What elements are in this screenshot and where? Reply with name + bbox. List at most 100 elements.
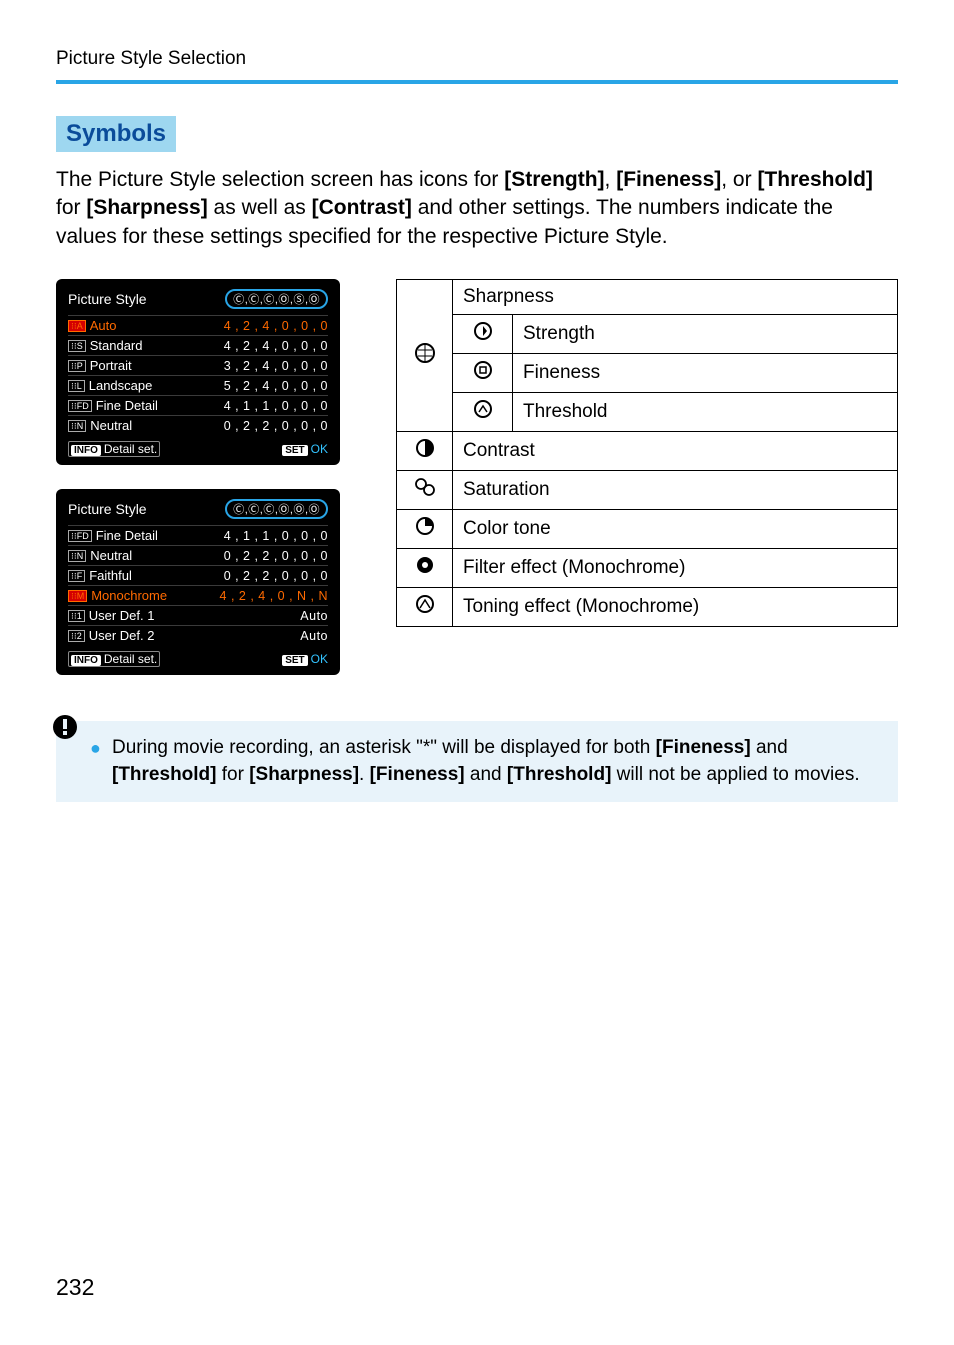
intro-strength: [Strength] [504,168,604,191]
panel-row: ⁝⁝A Auto 4 , 2 , 4 , 0 , 0 , 0 [68,315,328,335]
style-name: Neutral [90,548,132,563]
style-chip: ⁝⁝2 [68,630,85,642]
symbols-table: Sharpness Strength Fineness Threshold [396,279,898,627]
warning-icon [51,713,79,750]
style-name: Monochrome [91,588,167,603]
threshold-icon [453,393,513,432]
panel-title: Picture Style [68,291,147,307]
detail-set-label: INFODetail set. [68,441,160,457]
style-name: Neutral [90,418,132,433]
color-tone-icon [397,510,453,549]
style-values: 4 , 1 , 1 , 0 , 0 , 0 [224,399,328,413]
intro-text: for [56,196,86,219]
style-values: 4 , 2 , 4 , 0 , N , N [220,589,328,603]
contrast-icon [397,432,453,471]
breadcrumb: Picture Style Selection [56,48,898,70]
panel-row: ⁝⁝FDFine Detail4 , 1 , 1 , 0 , 0 , 0 [68,525,328,545]
ok-text: OK [311,652,328,666]
style-values: 3 , 2 , 4 , 0 , 0 , 0 [224,359,328,373]
panel-row: ⁝⁝FFaithful0 , 2 , 2 , 0 , 0 , 0 [68,565,328,585]
set-ok-label: SET OK [282,652,328,666]
info-chip: INFO [71,445,101,456]
note-fineness2: [Fineness] [370,764,465,785]
page-number: 232 [56,1274,94,1301]
intro-threshold: [Threshold] [757,168,873,191]
style-chip: ⁝⁝A [68,320,86,332]
style-chip: ⁝⁝M [68,590,87,602]
info-chip: INFO [71,655,101,666]
picture-style-panel-2: Picture Style Ⓒ,Ⓒ,Ⓒ,Ⓞ,Ⓞ,Ⓞ ⁝⁝FDFine Detai… [56,489,340,675]
panel-row: ⁝⁝N Neutral 0 , 2 , 2 , 0 , 0 , 0 [68,545,328,565]
filter-effect-label: Filter effect (Monochrome) [453,549,898,588]
panel-icon-bubble: Ⓒ,Ⓒ,Ⓒ,Ⓞ,Ⓞ,Ⓞ [225,499,328,519]
sharpness-icon [397,280,453,432]
style-values: 0 , 2 , 2 , 0 , 0 , 0 [224,569,328,583]
panel-row: ⁝⁝P Portrait 3 , 2 , 4 , 0 , 0 , 0 [68,355,328,375]
style-name: Auto [90,318,117,333]
style-chip: ⁝⁝N [68,550,86,562]
note-sharpness: [Sharpness] [249,764,359,785]
intro-contrast: [Contrast] [312,196,412,219]
note-text: and [751,737,788,758]
note-box: ● During movie recording, an asterisk "*… [56,721,898,802]
style-values: 4 , 2 , 4 , 0 , 0 , 0 [224,339,328,353]
sharpness-label: Sharpness [453,280,898,315]
strength-label: Strength [513,315,898,354]
style-name: Portrait [90,358,132,373]
panel-row: ⁝⁝N Neutral 0 , 2 , 2 , 0 , 0 , 0 [68,415,328,435]
panel-row: ⁝⁝2 User Def. 2 Auto [68,625,328,645]
panel-row: ⁝⁝1 User Def. 1 Auto [68,605,328,625]
style-values: Auto [300,609,328,623]
style-values: Auto [300,629,328,643]
ok-text: OK [311,442,328,456]
style-values: 5 , 2 , 4 , 0 , 0 , 0 [224,379,328,393]
note-text: for [217,764,250,785]
detail-text: Detail set. [104,652,157,666]
style-chip: ⁝⁝P [68,360,86,372]
style-values: 0 , 2 , 2 , 0 , 0 , 0 [224,549,328,563]
intro-fineness: [Fineness] [616,168,721,191]
style-name: Fine Detail [96,398,158,413]
panel-row: ⁝⁝LLandscape5 , 2 , 4 , 0 , 0 , 0 [68,375,328,395]
panel-row: ⁝⁝S Standard 4 , 2 , 4 , 0 , 0 , 0 [68,335,328,355]
note-threshold: [Threshold] [112,764,217,785]
filter-effect-icon [397,549,453,588]
fineness-icon [453,354,513,393]
style-chip: ⁝⁝S [68,340,86,352]
set-chip: SET [282,655,307,666]
note-threshold2: [Threshold] [507,764,612,785]
color-tone-label: Color tone [453,510,898,549]
note-fineness: [Fineness] [656,737,751,758]
bullet-icon: ● [90,736,101,761]
intro-text: , or [721,168,757,191]
style-values: 0 , 2 , 2 , 0 , 0 , 0 [224,419,328,433]
note-text: will not be applied to movies. [611,764,859,785]
intro-text: , [605,168,617,191]
saturation-label: Saturation [453,471,898,510]
style-name: User Def. 1 [89,608,155,623]
header-divider [56,80,898,84]
style-chip: ⁝⁝L [68,380,85,392]
toning-effect-label: Toning effect (Monochrome) [453,588,898,627]
style-values: 4 , 2 , 4 , 0 , 0 , 0 [224,319,328,333]
strength-icon [453,315,513,354]
note-text: and [465,764,507,785]
detail-set-label: INFODetail set. [68,651,160,667]
style-name: User Def. 2 [89,628,155,643]
style-chip: ⁝⁝FD [68,530,92,542]
contrast-label: Contrast [453,432,898,471]
style-chip: ⁝⁝F [68,570,85,582]
style-chip: ⁝⁝1 [68,610,85,622]
intro-text: The Picture Style selection screen has i… [56,168,504,191]
toning-effect-icon [397,588,453,627]
picture-style-panel-1: Picture Style Ⓒ,Ⓒ,Ⓒ,Ⓞ,Ⓢ,Ⓞ ⁝⁝A Auto 4 , 2 ,… [56,279,340,465]
section-heading: Symbols [56,116,176,152]
note-text: During movie recording, an asterisk "*" … [112,737,656,758]
style-chip: ⁝⁝N [68,420,86,432]
detail-text: Detail set. [104,442,157,456]
threshold-label: Threshold [513,393,898,432]
saturation-icon [397,471,453,510]
style-name: Standard [90,338,143,353]
set-chip: SET [282,445,307,456]
panel-icon-bubble: Ⓒ,Ⓒ,Ⓒ,Ⓞ,Ⓢ,Ⓞ [225,289,328,309]
